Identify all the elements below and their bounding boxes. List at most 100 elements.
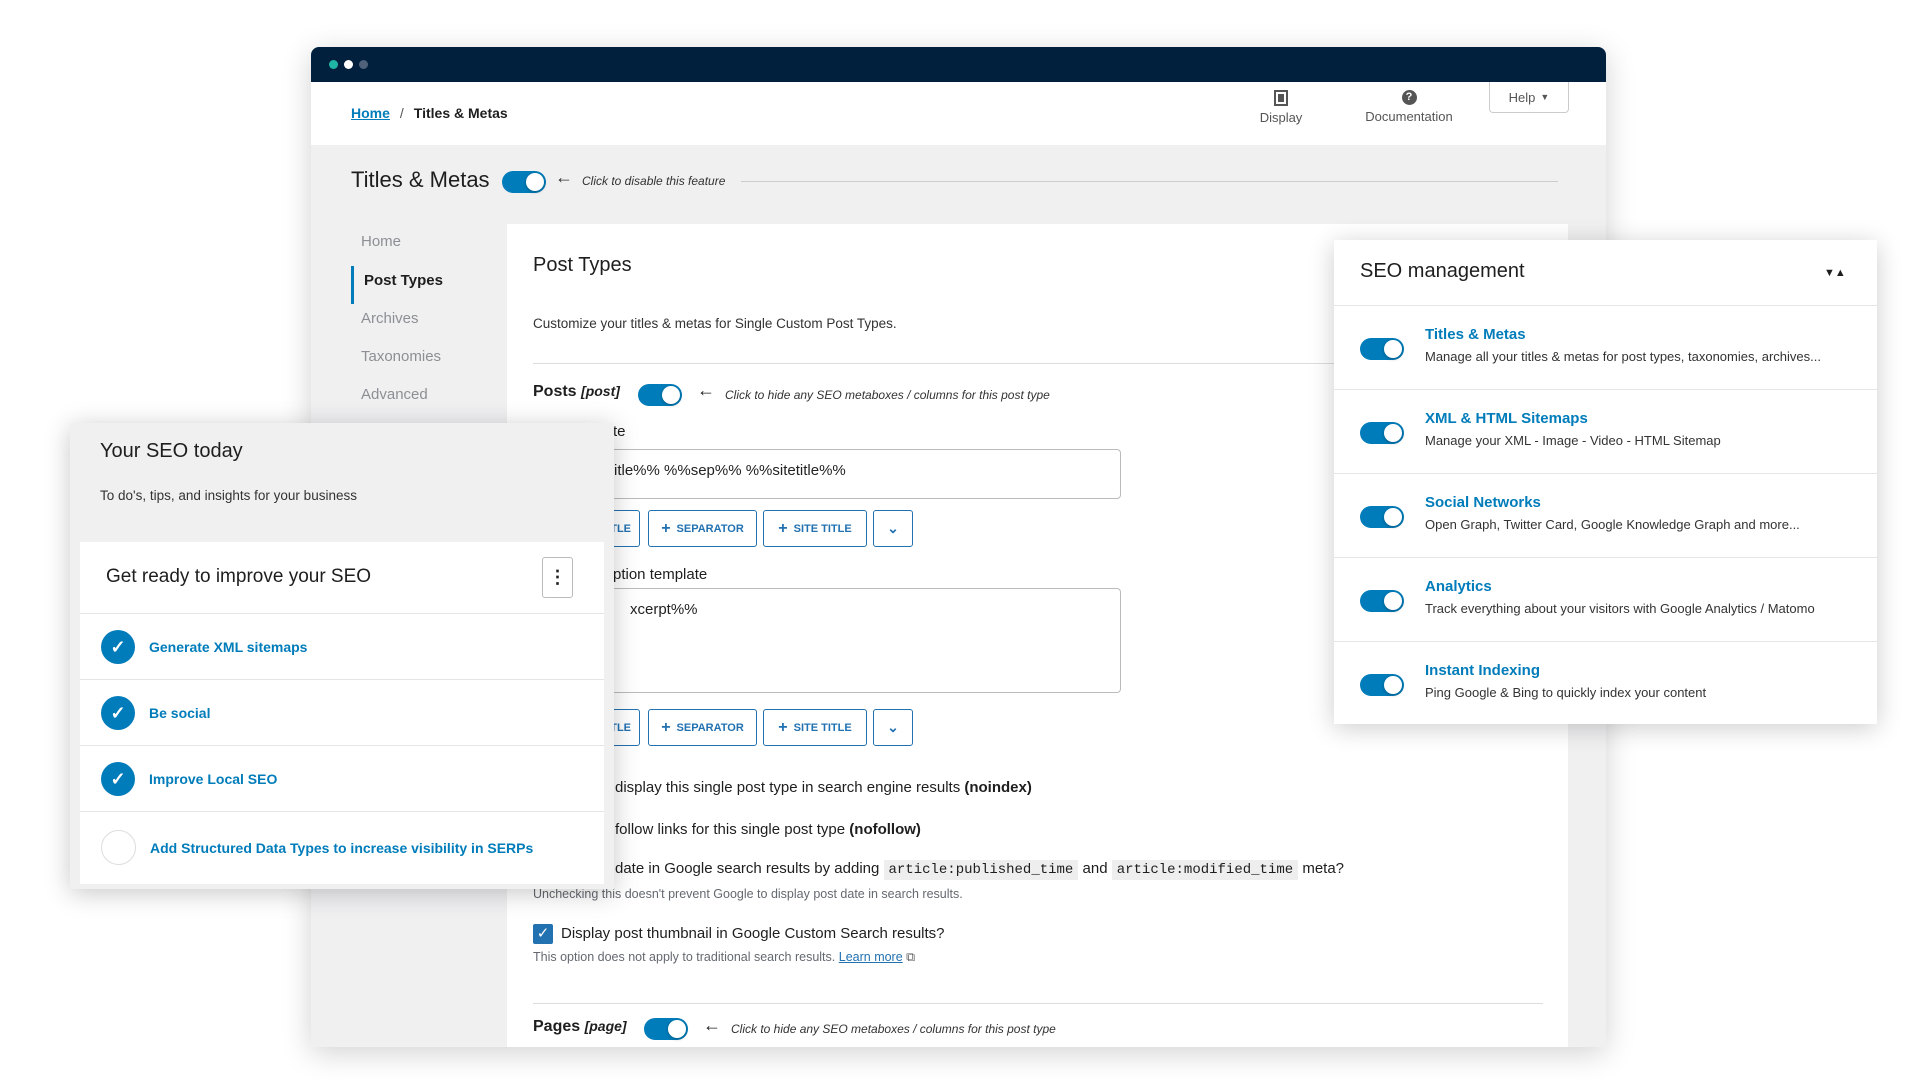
seo-management-title: SEO management xyxy=(1360,260,1525,282)
window-dot-icon[interactable] xyxy=(359,60,368,69)
sidebar-item-post-types[interactable]: Post Types xyxy=(364,272,443,289)
divider xyxy=(741,181,1558,182)
chevron-down-icon: ⌄ xyxy=(887,520,899,536)
module-title-link[interactable]: Instant Indexing xyxy=(1425,662,1540,679)
window-dot-icon[interactable] xyxy=(329,60,338,69)
pages-hint: Click to hide any SEO metaboxes / column… xyxy=(731,1022,1056,1036)
nofollow-option: follow links for this single post type (… xyxy=(615,821,921,838)
todo-item[interactable]: ✓ Generate XML sitemaps xyxy=(80,613,604,680)
module-row: Instant Indexing Ping Google & Bing to qu… xyxy=(1334,641,1877,724)
improve-seo-card: Get ready to improve your SEO ⋮ ✓ Generat… xyxy=(80,542,604,884)
add-separator-button[interactable]: + SEPARATOR xyxy=(648,510,757,547)
feature-toggle[interactable] xyxy=(502,171,546,193)
posts-label: Posts [post] xyxy=(533,383,620,400)
module-row: Titles & Metas Manage all your titles & m… xyxy=(1334,305,1877,389)
thumbnail-help: This option does not apply to traditiona… xyxy=(533,950,916,964)
posts-hint: Click to hide any SEO metaboxes / column… xyxy=(725,388,1050,402)
arrow-left-icon: ← xyxy=(703,1015,721,1035)
arrow-left-icon: ← xyxy=(555,167,573,187)
module-title-link[interactable]: Analytics xyxy=(1425,578,1492,595)
module-toggle[interactable] xyxy=(1360,506,1404,528)
check-circle-icon: ✓ xyxy=(101,630,135,664)
external-link-icon: ⧉ xyxy=(906,950,916,964)
plus-icon: + xyxy=(778,718,788,736)
todo-item[interactable]: ✓ Be social xyxy=(80,679,604,746)
feature-hint: Click to disable this feature xyxy=(582,174,726,188)
plus-icon: + xyxy=(661,519,671,537)
breadcrumb-current: Titles & Metas xyxy=(413,105,508,121)
module-toggle[interactable] xyxy=(1360,674,1404,696)
display-icon xyxy=(1274,90,1288,106)
sidebar-item-home[interactable]: Home xyxy=(361,233,401,250)
module-description: Manage all your titles & metas for post … xyxy=(1425,349,1821,364)
active-indicator xyxy=(351,266,354,304)
learn-more-link[interactable]: Learn more xyxy=(839,950,903,964)
documentation-button[interactable]: ? Documentation xyxy=(1359,90,1459,124)
module-description: Open Graph, Twitter Card, Google Knowled… xyxy=(1425,517,1800,532)
empty-circle-icon xyxy=(101,830,136,865)
top-header: Home / Titles & Metas Display ? Documentat… xyxy=(311,82,1606,145)
panel-title: Post Types xyxy=(533,254,632,276)
window-dot-icon[interactable] xyxy=(344,60,353,69)
noindex-option: display this single post type in search … xyxy=(615,779,1032,796)
more-variables-button[interactable]: ⌄ xyxy=(873,510,913,547)
todo-item[interactable]: ✓ Improve Local SEO xyxy=(80,745,604,812)
seo-management-panel: SEO management ▼▲ Titles & Metas Manage a… xyxy=(1334,240,1877,724)
chevron-down-icon: ⌄ xyxy=(887,719,899,735)
description-template-textarea[interactable]: xcerpt%% xyxy=(533,588,1121,693)
add-separator-button[interactable]: + SEPARATOR xyxy=(648,709,757,746)
module-description: Track everything about your visitors wit… xyxy=(1425,601,1815,616)
sidebar-item-archives[interactable]: Archives xyxy=(361,310,419,327)
add-site-title-button[interactable]: + SITE TITLE xyxy=(763,510,867,547)
divider xyxy=(533,1003,1543,1004)
date-help: Unchecking this doesn't prevent Google t… xyxy=(533,887,963,901)
sidebar-item-taxonomies[interactable]: Taxonomies xyxy=(361,348,441,365)
breadcrumb: Home / Titles & Metas xyxy=(351,105,508,121)
collapse-toggle-icon[interactable]: ▼▲ xyxy=(1824,267,1846,279)
module-row: Analytics Track everything about your vis… xyxy=(1334,557,1877,641)
module-toggle[interactable] xyxy=(1360,338,1404,360)
plus-icon: + xyxy=(661,718,671,736)
sidebar-item-advanced[interactable]: Advanced xyxy=(361,386,428,403)
seo-today-panel: Your SEO today To do's, tips, and insigh… xyxy=(70,423,614,889)
documentation-label: Documentation xyxy=(1365,109,1453,124)
breadcrumb-home-link[interactable]: Home xyxy=(351,105,390,121)
help-label: Help xyxy=(1508,89,1536,105)
plus-icon: + xyxy=(778,519,788,537)
pages-toggle[interactable] xyxy=(644,1018,688,1040)
thumbnail-checkbox[interactable]: ✓ xyxy=(533,924,553,944)
display-label: Display xyxy=(1259,110,1303,125)
module-toggle[interactable] xyxy=(1360,422,1404,444)
arrow-left-icon: ← xyxy=(697,380,715,400)
feature-title: Titles & Metas xyxy=(351,167,490,192)
caret-down-icon: ▼ xyxy=(1540,92,1550,102)
check-circle-icon: ✓ xyxy=(101,762,135,796)
help-dropdown[interactable]: Help ▼ xyxy=(1489,82,1569,113)
seo-today-subtitle: To do's, tips, and insights for your bus… xyxy=(100,488,357,503)
title-template-input[interactable]: itle%% %%sep%% %%sitetitle%% xyxy=(533,449,1121,499)
kebab-menu-button[interactable]: ⋮ xyxy=(542,557,573,598)
add-site-title-button[interactable]: + SITE TITLE xyxy=(763,709,867,746)
thumbnail-label: Display post thumbnail in Google Custom … xyxy=(561,925,945,942)
breadcrumb-separator: / xyxy=(399,105,404,121)
description-template-label: ption template xyxy=(613,566,708,583)
module-toggle[interactable] xyxy=(1360,590,1404,612)
module-row: Social Networks Open Graph, Twitter Card,… xyxy=(1334,473,1877,557)
check-circle-icon: ✓ xyxy=(101,696,135,730)
improve-seo-title: Get ready to improve your SEO xyxy=(106,566,372,587)
window-titlebar xyxy=(311,47,1606,82)
more-vertical-icon: ⋮ xyxy=(548,567,567,587)
pages-label: Pages [page] xyxy=(533,1018,627,1035)
module-title-link[interactable]: Titles & Metas xyxy=(1425,326,1526,343)
todo-item[interactable]: Add Structured Data Types to increase vi… xyxy=(80,811,604,883)
posts-toggle[interactable] xyxy=(638,384,682,406)
module-title-link[interactable]: Social Networks xyxy=(1425,494,1541,511)
panel-description: Customize your titles & metas for Single… xyxy=(533,316,897,331)
date-option: date in Google search results by adding … xyxy=(615,860,1345,880)
module-row: XML & HTML Sitemaps Manage your XML - Ima… xyxy=(1334,389,1877,473)
module-description: Ping Google & Bing to quickly index your… xyxy=(1425,685,1707,700)
help-circle-icon: ? xyxy=(1401,90,1417,105)
display-button[interactable]: Display xyxy=(1251,90,1311,125)
more-variables-button[interactable]: ⌄ xyxy=(873,709,913,746)
module-title-link[interactable]: XML & HTML Sitemaps xyxy=(1425,410,1588,427)
